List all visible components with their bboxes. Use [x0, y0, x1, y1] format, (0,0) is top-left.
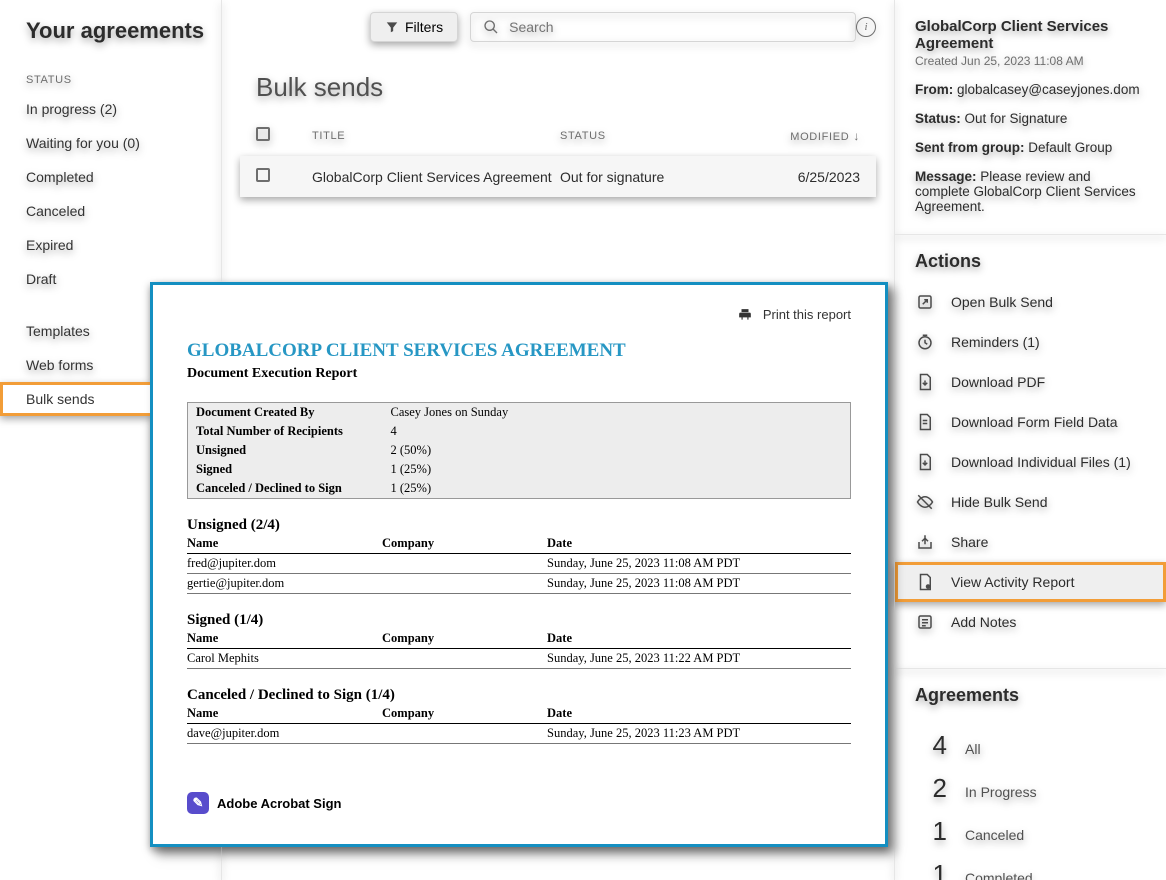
nav-waiting[interactable]: Waiting for you (0)	[0, 126, 221, 160]
print-icon[interactable]	[737, 308, 753, 322]
filters-label: Filters	[405, 19, 443, 35]
toolbar: Filters i	[240, 12, 876, 42]
action-hide-bulk-send[interactable]: Hide Bulk Send	[895, 482, 1166, 522]
action-download-pdf[interactable]: Download PDF	[895, 362, 1166, 402]
row-checkbox[interactable]	[256, 168, 270, 182]
nav-in-progress[interactable]: In progress (2)	[0, 92, 221, 126]
counter-canceled[interactable]: 1Canceled	[915, 810, 1146, 853]
adobe-brand: ✎ Adobe Acrobat Sign	[187, 792, 851, 814]
action-reminders[interactable]: Reminders (1)	[895, 322, 1166, 362]
action-share[interactable]: Share	[895, 522, 1166, 562]
nav-completed[interactable]: Completed	[0, 160, 221, 194]
action-add-notes[interactable]: Add Notes	[895, 602, 1166, 642]
page-title: Your agreements	[0, 18, 221, 68]
open-icon	[915, 292, 935, 312]
download-pdf-icon	[915, 372, 935, 392]
row-status: Out for signature	[560, 169, 750, 185]
signed-table: NameCompanyDate Carol MephitsSunday, Jun…	[187, 629, 851, 669]
activity-report-icon: i	[915, 572, 935, 592]
col-status[interactable]: STATUS	[560, 130, 750, 142]
select-all-checkbox[interactable]	[256, 127, 270, 141]
nav-expired[interactable]: Expired	[0, 228, 221, 262]
rail-created: Created Jun 25, 2023 11:08 AM	[915, 54, 1146, 68]
report-meta-table: Document Created ByCasey Jones on Sunday…	[187, 402, 851, 499]
clock-icon	[915, 332, 935, 352]
rail-status: Status: Out for Signature	[915, 111, 1146, 126]
report-subtitle: Document Execution Report	[187, 366, 851, 382]
activity-report-modal: Print this report GLOBALCORP CLIENT SERV…	[150, 282, 888, 847]
row-title: GlobalCorp Client Services Agreement	[312, 169, 560, 185]
counter-completed[interactable]: 1Completed	[915, 853, 1146, 880]
sort-desc-icon: ↓	[853, 129, 860, 143]
actions-heading: Actions	[915, 251, 1146, 272]
filters-button[interactable]: Filters	[370, 12, 458, 42]
share-icon	[915, 532, 935, 552]
search-icon	[483, 19, 499, 35]
action-download-form-data[interactable]: Download Form Field Data	[895, 402, 1166, 442]
rail-title: GlobalCorp Client Services Agreement	[915, 18, 1146, 52]
hide-icon	[915, 492, 935, 512]
agreements-heading: Agreements	[915, 685, 1146, 706]
bulk-sends-table: TITLE STATUS MODIFIED↓ GlobalCorp Client…	[240, 115, 876, 197]
unsigned-table: NameCompanyDate fred@jupiter.domSunday, …	[187, 534, 851, 594]
counter-in-progress[interactable]: 2In Progress	[915, 767, 1146, 810]
canceled-table: NameCompanyDate dave@jupiter.domSunday, …	[187, 704, 851, 744]
filter-icon	[385, 20, 399, 34]
search-box[interactable]	[470, 12, 856, 42]
unsigned-heading: Unsigned (2/4)	[187, 517, 851, 534]
table-row[interactable]: GlobalCorp Client Services Agreement Out…	[240, 156, 876, 197]
info-icon[interactable]: i	[856, 17, 876, 37]
row-modified: 6/25/2023	[750, 169, 860, 185]
details-rail: GlobalCorp Client Services Agreement Cre…	[894, 0, 1166, 880]
print-report-link[interactable]: Print this report	[763, 307, 851, 322]
report-title: GLOBALCORP CLIENT SERVICES AGREEMENT	[187, 340, 851, 362]
col-modified[interactable]: MODIFIED↓	[750, 129, 860, 143]
counter-all[interactable]: 4All	[915, 724, 1146, 767]
col-title[interactable]: TITLE	[312, 130, 560, 142]
download-files-icon	[915, 452, 935, 472]
rail-message: Message: Please review and complete Glob…	[915, 169, 1146, 214]
rail-from: From: globalcasey@caseyjones.dom	[915, 82, 1146, 97]
rail-group: Sent from group: Default Group	[915, 140, 1146, 155]
adobe-logo-icon: ✎	[187, 792, 209, 814]
download-form-icon	[915, 412, 935, 432]
status-label: STATUS	[0, 68, 221, 92]
action-download-individual[interactable]: Download Individual Files (1)	[895, 442, 1166, 482]
bulk-sends-heading: Bulk sends	[256, 72, 876, 103]
canceled-heading: Canceled / Declined to Sign (1/4)	[187, 687, 851, 704]
search-input[interactable]	[509, 19, 843, 35]
action-open-bulk-send[interactable]: Open Bulk Send	[895, 282, 1166, 322]
notes-icon	[915, 612, 935, 632]
nav-canceled[interactable]: Canceled	[0, 194, 221, 228]
signed-heading: Signed (1/4)	[187, 612, 851, 629]
action-view-activity-report[interactable]: i View Activity Report	[895, 562, 1166, 602]
